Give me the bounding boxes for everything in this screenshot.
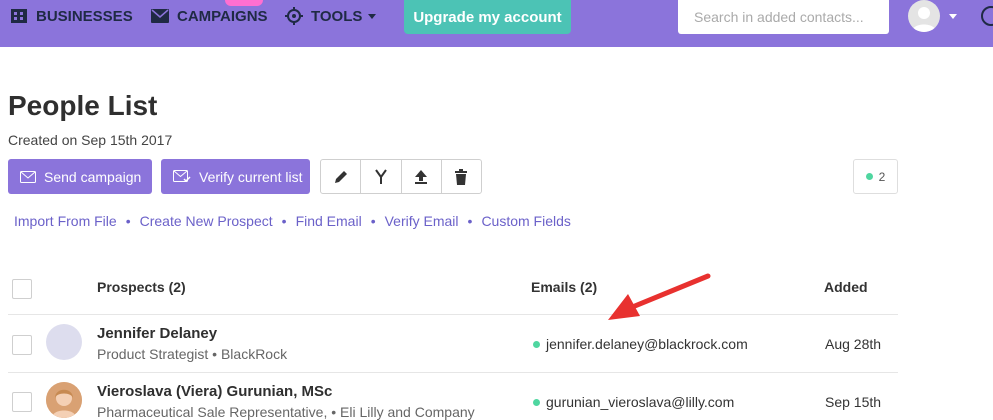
link-separator: • bbox=[370, 213, 376, 229]
user-avatar[interactable] bbox=[908, 0, 940, 32]
top-navbar: BUSINESSES CAMPAIGNS TOOLS Upgrade my ac… bbox=[0, 0, 993, 47]
trash-icon bbox=[455, 168, 468, 185]
prospects-header[interactable]: Prospects (2) bbox=[97, 279, 186, 295]
upgrade-account-button[interactable]: Upgrade my account bbox=[404, 0, 571, 34]
envelope-outline-icon bbox=[20, 170, 36, 183]
status-count: 2 bbox=[878, 169, 886, 184]
building-icon bbox=[11, 9, 27, 23]
user-menu-chevron-icon[interactable] bbox=[949, 14, 957, 19]
user-photo-icon bbox=[46, 382, 82, 418]
prospect-email-text: jennifer.delaney@blackrock.com bbox=[546, 336, 748, 352]
status-dot bbox=[865, 173, 873, 180]
nav-tools-label: TOOLS bbox=[311, 7, 363, 25]
nav-businesses-label: BUSINESSES bbox=[36, 7, 133, 25]
send-campaign-label: Send campaign bbox=[44, 168, 142, 185]
nav-campaigns-label: CAMPAIGNS bbox=[177, 7, 268, 25]
nav-tools[interactable]: TOOLS bbox=[285, 0, 377, 32]
upload-icon bbox=[415, 169, 428, 184]
row-checkbox[interactable] bbox=[12, 392, 32, 412]
chevron-down-icon bbox=[368, 13, 377, 19]
status-count-badge[interactable]: 2 bbox=[853, 159, 898, 194]
prospect-name[interactable]: Jennifer Delaney bbox=[97, 325, 217, 342]
create-prospect-link[interactable]: Create New Prospect bbox=[140, 213, 273, 229]
avatar bbox=[46, 382, 82, 418]
prospect-email-text: gurunian_vieroslava@lilly.com bbox=[546, 394, 735, 410]
added-header[interactable]: Added bbox=[824, 279, 868, 295]
user-icon bbox=[912, 7, 936, 32]
page-title: People List bbox=[8, 90, 158, 121]
link-separator: • bbox=[467, 213, 473, 229]
emails-header[interactable]: Emails (2) bbox=[531, 279, 597, 295]
import-from-file-link[interactable]: Import From File bbox=[14, 213, 117, 229]
link-separator: • bbox=[125, 213, 131, 229]
verify-email-link[interactable]: Verify Email bbox=[385, 213, 459, 229]
list-tools-group bbox=[320, 159, 482, 194]
verify-list-label: Verify current list bbox=[199, 168, 303, 185]
pencil-icon bbox=[334, 170, 347, 183]
link-separator: • bbox=[281, 213, 287, 229]
merge-icon bbox=[375, 168, 387, 184]
export-button[interactable] bbox=[402, 160, 442, 193]
nav-campaigns[interactable]: CAMPAIGNS bbox=[151, 0, 268, 32]
prospect-added-date: Sep 15th bbox=[825, 394, 882, 410]
merge-button[interactable] bbox=[361, 160, 402, 193]
crosshair-icon bbox=[285, 7, 303, 25]
email-status-dot bbox=[533, 398, 540, 406]
table-divider bbox=[8, 314, 898, 315]
nav-businesses[interactable]: BUSINESSES bbox=[10, 0, 133, 32]
table-divider bbox=[8, 372, 898, 373]
avatar bbox=[46, 324, 82, 360]
action-links: Import From File • Create New Prospect • Fin… bbox=[14, 213, 571, 229]
search-box bbox=[678, 0, 889, 34]
row-checkbox[interactable] bbox=[12, 335, 32, 355]
select-all-checkbox[interactable] bbox=[12, 279, 32, 299]
info-icon[interactable] bbox=[981, 6, 993, 26]
prospect-added-date: Aug 28th bbox=[825, 336, 882, 352]
search-input[interactable] bbox=[694, 9, 873, 25]
annotation-arrow-icon bbox=[608, 273, 711, 320]
prospect-name[interactable]: Vieroslava (Viera) Gurunian, MSc bbox=[97, 383, 332, 400]
custom-fields-link[interactable]: Custom Fields bbox=[481, 213, 570, 229]
prospect-email[interactable]: gurunian_vieroslava@lilly.com bbox=[533, 394, 734, 410]
prospect-subtitle: Product Strategist • BlackRock bbox=[97, 346, 288, 362]
envelope-check-icon bbox=[173, 170, 191, 183]
prospect-email[interactable]: jennifer.delaney@blackrock.com bbox=[533, 336, 748, 352]
email-status-dot bbox=[533, 340, 540, 348]
prospect-subtitle: Pharmaceutical Sale Representative, • El… bbox=[97, 404, 475, 420]
find-email-link[interactable]: Find Email bbox=[296, 213, 362, 229]
send-campaign-button[interactable]: Send campaign bbox=[8, 159, 152, 194]
edit-button[interactable] bbox=[321, 160, 362, 193]
verify-list-button[interactable]: Verify current list bbox=[161, 159, 310, 194]
delete-button[interactable] bbox=[442, 160, 481, 193]
envelope-icon bbox=[151, 9, 169, 23]
page-subtitle: Created on Sep 15th 2017 bbox=[8, 132, 173, 148]
